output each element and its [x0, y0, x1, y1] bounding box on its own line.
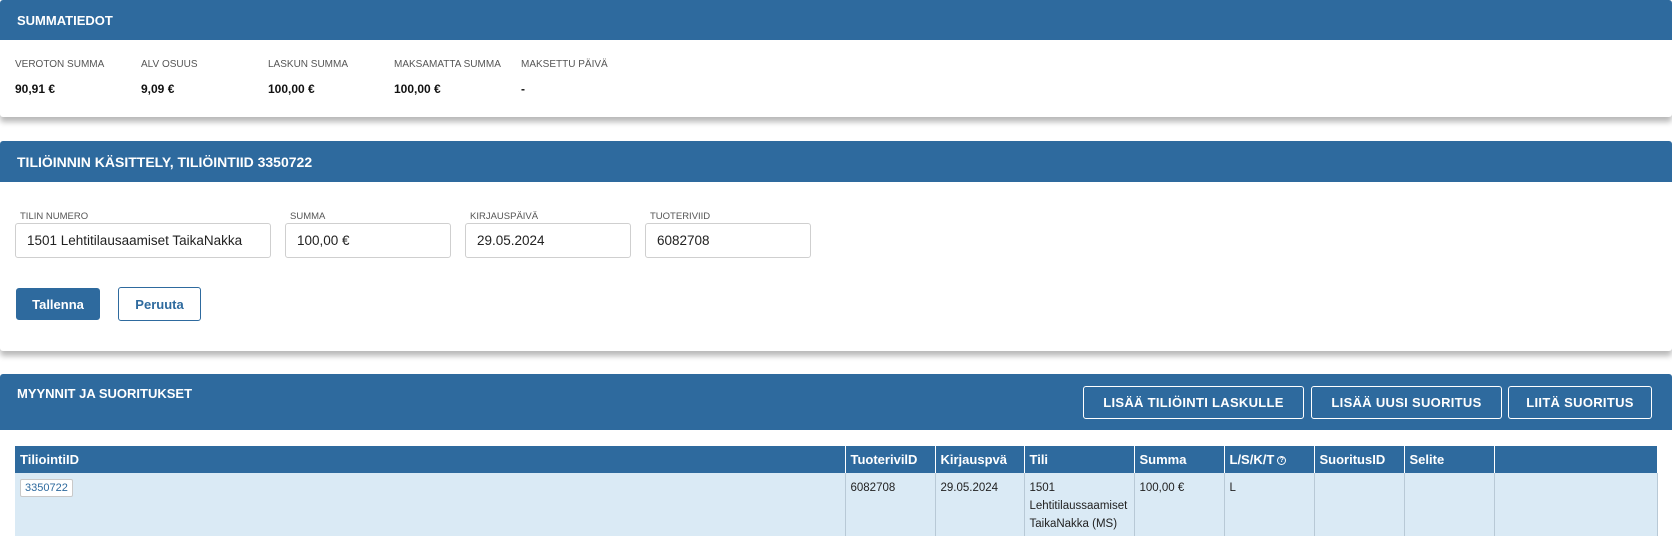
product-row-id-field[interactable]	[645, 223, 811, 258]
sales-payments-panel: MYYNNIT JA SUORITUKSET LISÄÄ TILIÖINTI L…	[0, 374, 1672, 536]
account-number-field-group: TILIN NUMERO	[15, 211, 271, 258]
summary-panel: SUMMATIEDOT VEROTON SUMMA 90,91 € ALV OS…	[0, 0, 1672, 117]
cell-description	[1404, 473, 1495, 536]
summary-value: 9,09 €	[141, 82, 175, 96]
column-header[interactable]: TuoterivilD	[845, 446, 936, 473]
posting-id-link[interactable]: 3350722	[20, 479, 73, 497]
column-header[interactable]: Summa	[1134, 446, 1225, 473]
amount-field[interactable]	[285, 223, 451, 258]
product-row-id-field-group: TUOTERIVIID	[645, 211, 811, 258]
postings-table: TiliointiID TuoterivilD Kirjauspvä Tili …	[15, 446, 1658, 536]
table-header-row: TiliointiID TuoterivilD Kirjauspvä Tili …	[15, 446, 1658, 473]
column-header	[1494, 446, 1658, 473]
amount-label: SUMMA	[290, 211, 326, 222]
product-row-id-label: TUOTERIVIID	[650, 211, 711, 222]
cell-posting-id: 3350722	[15, 473, 846, 536]
posting-date-label: KIRJAUSPÄIVÄ	[470, 211, 539, 222]
summary-item-paid-date: MAKSETTU PÄIVÄ -	[521, 59, 608, 96]
summary-panel-title: SUMMATIEDOT	[0, 0, 1672, 40]
amount-field-group: SUMMA	[285, 211, 451, 258]
posting-date-field[interactable]	[465, 223, 631, 258]
summary-label: ALV OSUUS	[141, 59, 198, 70]
posting-edit-panel: TILIÖINNIN KÄSITTELY, TILIÖINTIID 335072…	[0, 141, 1672, 351]
sales-payments-header: MYYNNIT JA SUORITUKSET LISÄÄ TILIÖINTI L…	[0, 374, 1672, 430]
cell-amount: 100,00 €	[1134, 473, 1225, 536]
add-posting-button[interactable]: LISÄÄ TILIÖINTI LASKULLE	[1083, 386, 1304, 419]
account-number-field[interactable]	[15, 223, 271, 258]
summary-value: 100,00 €	[394, 82, 441, 96]
cell-lskt: L	[1224, 473, 1315, 536]
add-payment-button[interactable]: LISÄÄ UUSI SUORITUS	[1311, 386, 1502, 419]
account-number-label: TILIN NUMERO	[20, 211, 89, 222]
cell-product-row-id: 6082708	[845, 473, 936, 536]
summary-item-net: VEROTON SUMMA 90,91 €	[15, 59, 104, 96]
column-header-label: L/S/K/T	[1229, 452, 1275, 467]
column-header[interactable]: TiliointiID	[15, 446, 846, 473]
summary-value: 90,91 €	[15, 82, 56, 96]
cell-payment-id	[1314, 473, 1405, 536]
cell-posting-date: 29.05.2024	[935, 473, 1025, 536]
summary-item-vat: ALV OSUUS 9,09 €	[141, 59, 198, 96]
summary-label: MAKSETTU PÄIVÄ	[521, 59, 608, 70]
column-header-lskt[interactable]: L/S/K/T?	[1224, 446, 1315, 473]
column-header[interactable]: Selite	[1404, 446, 1495, 473]
cancel-button[interactable]: Peruuta	[118, 287, 201, 321]
cell-account: 1501 Lehtitilaussaamiset TaikaNakka (MS)	[1024, 473, 1135, 536]
posting-date-field-group: KIRJAUSPÄIVÄ	[465, 211, 631, 258]
summary-value: -	[521, 82, 525, 96]
table-row[interactable]: 3350722 6082708 29.05.2024 1501 Lehtitil…	[15, 473, 1658, 536]
cell-actions	[1494, 473, 1658, 536]
summary-item-unpaid: MAKSAMATTA SUMMA 100,00 €	[394, 59, 501, 96]
column-header[interactable]: SuoritusID	[1314, 446, 1405, 473]
summary-label: VEROTON SUMMA	[15, 59, 105, 70]
help-icon[interactable]: ?	[1277, 456, 1287, 466]
summary-value: 100,00 €	[268, 82, 315, 96]
attach-payment-button[interactable]: LIITÄ SUORITUS	[1508, 386, 1652, 419]
column-header[interactable]: Tili	[1024, 446, 1135, 473]
save-button[interactable]: Tallenna	[16, 288, 100, 320]
posting-edit-title: TILIÖINNIN KÄSITTELY, TILIÖINTIID 335072…	[0, 141, 1672, 182]
summary-label: MAKSAMATTA SUMMA	[394, 59, 501, 70]
summary-label: LASKUN SUMMA	[268, 59, 349, 70]
column-header[interactable]: Kirjauspvä	[935, 446, 1025, 473]
sales-payments-title: MYYNNIT JA SUORITUKSET	[17, 386, 193, 401]
summary-item-invoice-total: LASKUN SUMMA 100,00 €	[268, 59, 348, 96]
